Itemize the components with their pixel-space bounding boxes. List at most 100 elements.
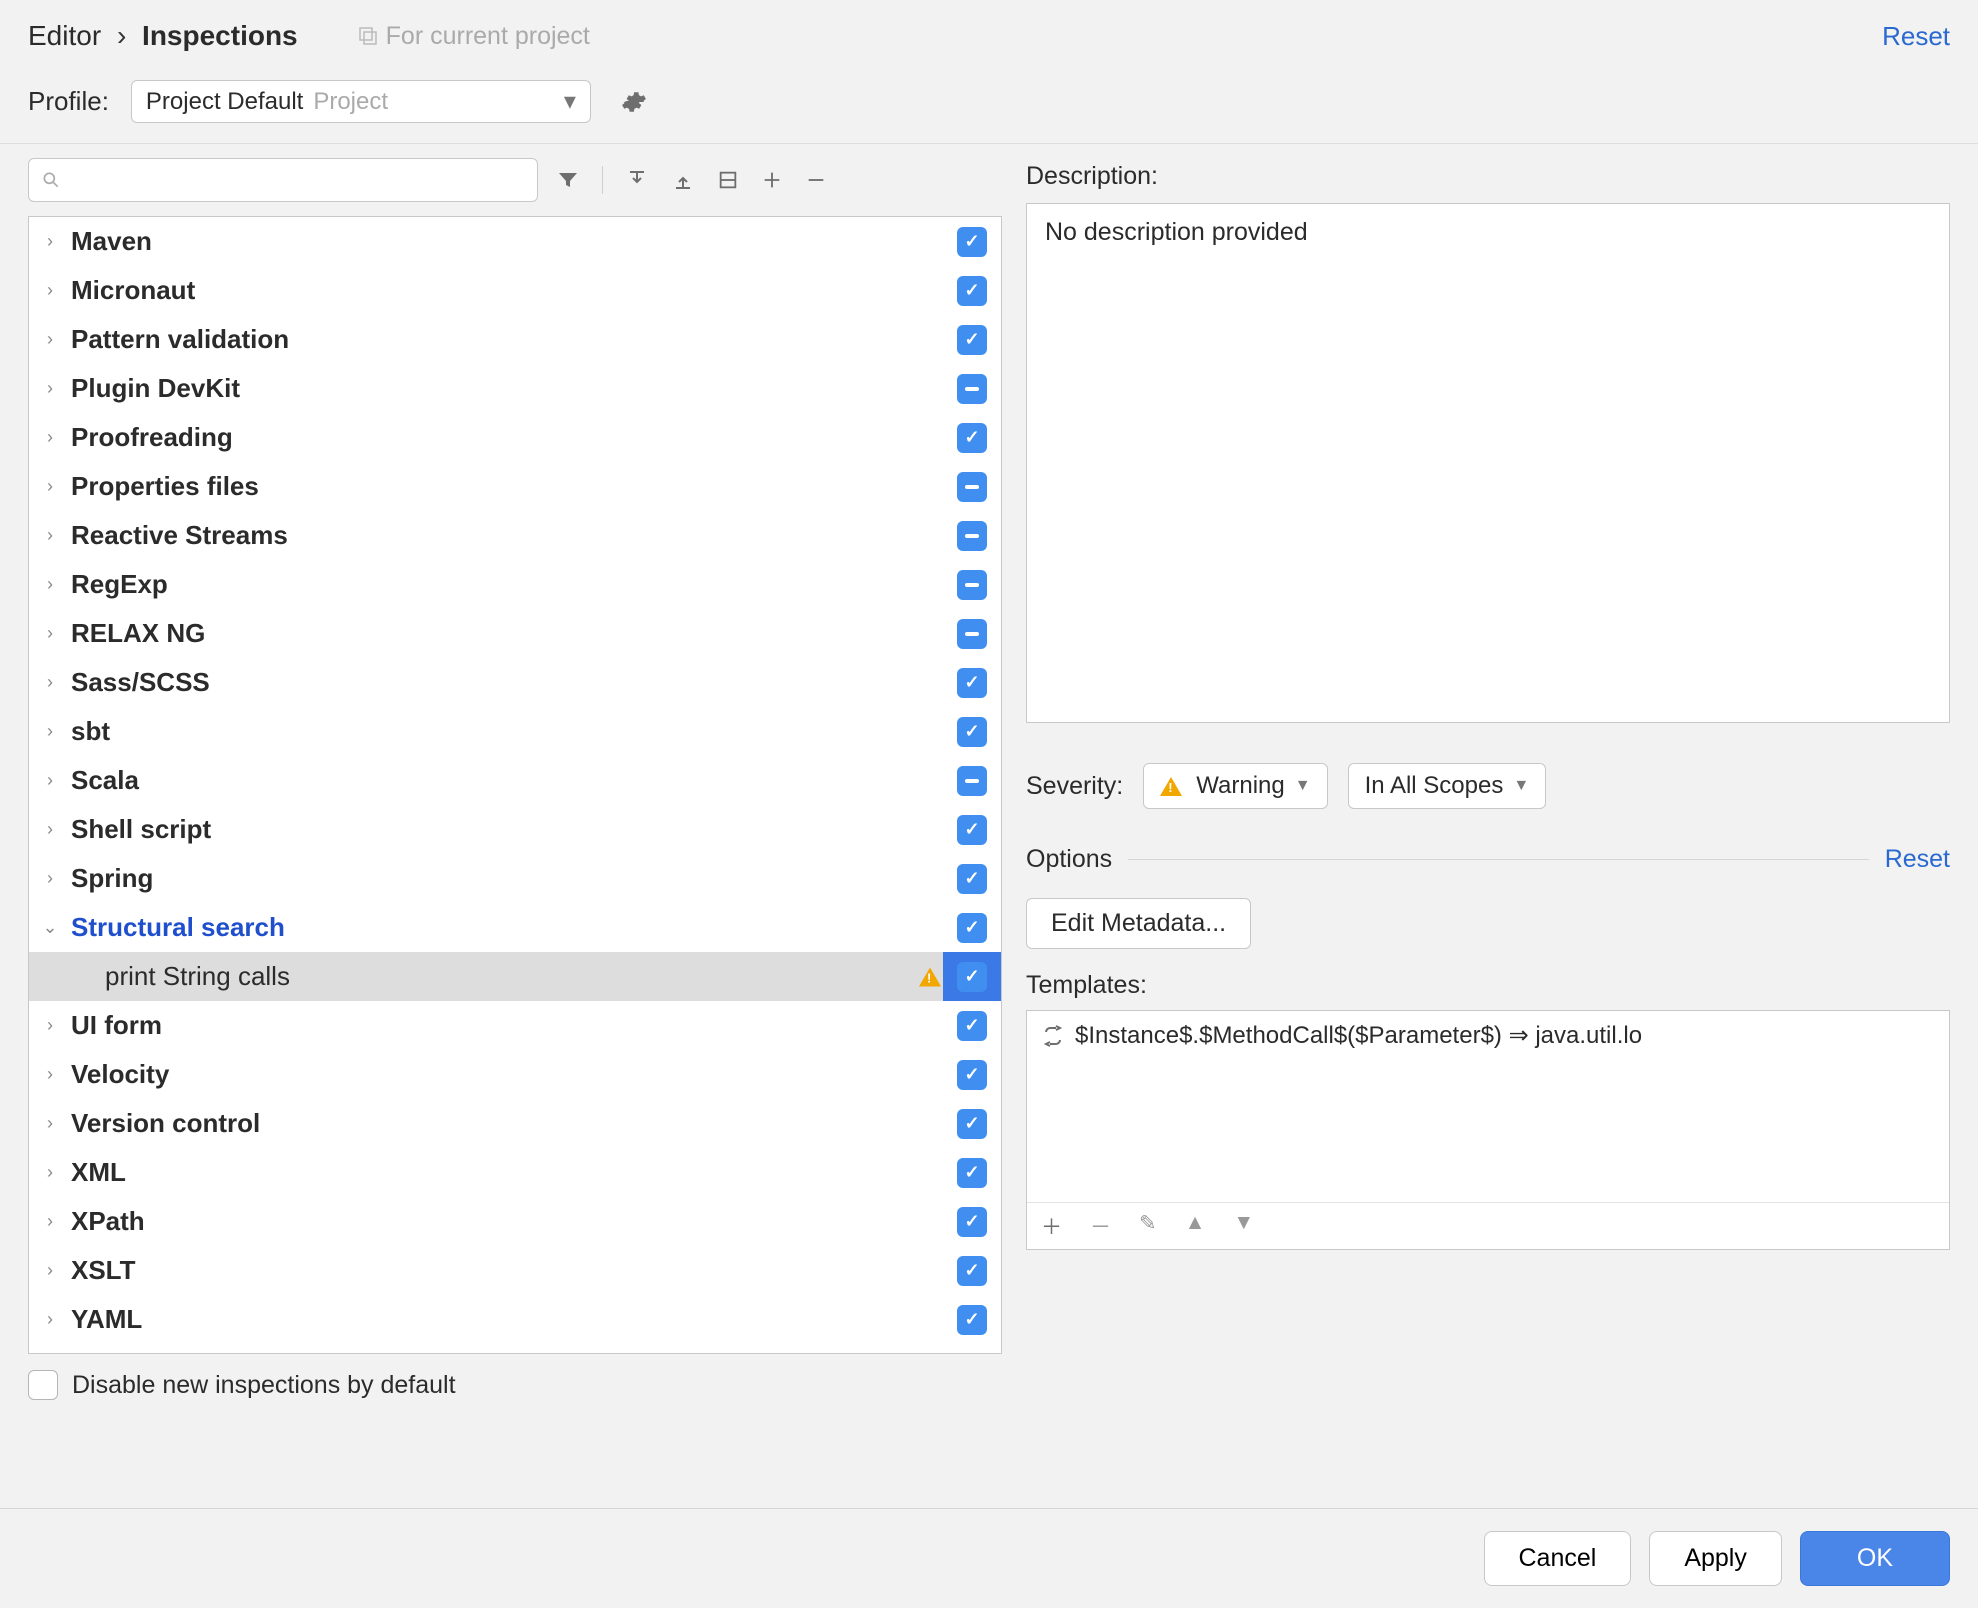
chevron-right-icon[interactable]: › <box>37 574 63 595</box>
tree-item[interactable]: ›Properties files <box>29 462 1001 511</box>
profile-select[interactable]: Project Default Project ▾ <box>131 80 591 123</box>
checkbox-indeterminate[interactable] <box>957 374 987 404</box>
tree-item[interactable]: ›Reactive Streams <box>29 511 1001 560</box>
checkbox-checked[interactable] <box>957 227 987 257</box>
filter-icon[interactable] <box>556 168 580 192</box>
scope-select[interactable]: In All Scopes ▼ <box>1348 763 1547 809</box>
template-edit-icon[interactable]: ✎ <box>1139 1211 1157 1241</box>
checkbox-wrap <box>943 266 1001 315</box>
chevron-right-icon[interactable]: › <box>37 525 63 546</box>
checkbox-checked[interactable] <box>957 913 987 943</box>
checkbox-checked[interactable] <box>957 325 987 355</box>
tree-item[interactable]: ›Version control <box>29 1099 1001 1148</box>
tree-item[interactable]: ›Pattern validation <box>29 315 1001 364</box>
square-icon[interactable] <box>717 169 739 191</box>
tree-item[interactable]: ›Plugin DevKit <box>29 364 1001 413</box>
chevron-right-icon[interactable]: › <box>37 378 63 399</box>
chevron-right-icon[interactable]: › <box>37 721 63 742</box>
checkbox-checked[interactable] <box>957 815 987 845</box>
tree-item[interactable]: ›Micronaut <box>29 266 1001 315</box>
tree-child-item[interactable]: print String calls <box>29 952 1001 1001</box>
chevron-right-icon[interactable]: › <box>37 819 63 840</box>
tree-item-label: XML <box>71 1157 126 1188</box>
chevron-right-icon[interactable]: › <box>37 623 63 644</box>
chevron-right-icon[interactable]: › <box>37 770 63 791</box>
checkbox-checked[interactable] <box>957 864 987 894</box>
inspections-tree[interactable]: ›Maven›Micronaut›Pattern validation›Plug… <box>28 216 1002 1354</box>
checkbox-checked[interactable] <box>957 962 987 992</box>
ok-button[interactable]: OK <box>1800 1531 1950 1586</box>
breadcrumb-editor[interactable]: Editor <box>28 20 101 51</box>
checkbox-indeterminate[interactable] <box>957 570 987 600</box>
tree-item[interactable]: ›RegExp <box>29 560 1001 609</box>
checkbox-checked[interactable] <box>957 717 987 747</box>
tree-item[interactable]: ›Velocity <box>29 1050 1001 1099</box>
chevron-right-icon[interactable]: › <box>37 476 63 497</box>
checkbox-checked[interactable] <box>957 1158 987 1188</box>
chevron-right-icon[interactable]: › <box>37 1211 63 1232</box>
chevron-down-icon[interactable]: ⌄ <box>37 917 63 938</box>
checkbox-indeterminate[interactable] <box>957 619 987 649</box>
tree-item[interactable]: ›RELAX NG <box>29 609 1001 658</box>
chevron-right-icon[interactable]: › <box>37 1260 63 1281</box>
tree-item[interactable]: ›Proofreading <box>29 413 1001 462</box>
checkbox-checked[interactable] <box>957 1305 987 1335</box>
search-input[interactable] <box>28 158 538 202</box>
checkbox-indeterminate[interactable] <box>957 766 987 796</box>
template-down-icon[interactable]: ▼ <box>1233 1211 1254 1241</box>
collapse-all-icon[interactable] <box>671 168 695 192</box>
chevron-right-icon[interactable]: › <box>37 868 63 889</box>
tree-item[interactable]: › XML <box>29 1148 1001 1197</box>
checkbox-checked[interactable] <box>957 668 987 698</box>
template-add-icon[interactable]: ＋ <box>1041 1211 1062 1241</box>
chevron-right-icon[interactable]: › <box>37 231 63 252</box>
chevron-right-icon[interactable]: › <box>37 1064 63 1085</box>
severity-select[interactable]: Warning ▼ <box>1143 763 1327 809</box>
tree-item[interactable]: ›UI form <box>29 1001 1001 1050</box>
checkbox-indeterminate[interactable] <box>957 472 987 502</box>
checkbox-checked[interactable] <box>957 1060 987 1090</box>
tree-item[interactable]: › sbt <box>29 707 1001 756</box>
chevron-right-icon[interactable]: › <box>37 1309 63 1330</box>
template-row[interactable]: $Instance$.$MethodCall$($Parameter$) ⇒ j… <box>1027 1011 1949 1060</box>
add-icon[interactable] <box>761 169 783 191</box>
checkbox-checked[interactable] <box>957 1011 987 1041</box>
tree-item[interactable]: ›Maven <box>29 217 1001 266</box>
tree-item[interactable]: ›Scala <box>29 756 1001 805</box>
expand-all-icon[interactable] <box>625 168 649 192</box>
checkbox-checked[interactable] <box>957 423 987 453</box>
checkbox-checked[interactable] <box>957 1256 987 1286</box>
apply-button[interactable]: Apply <box>1649 1531 1782 1586</box>
tree-item[interactable]: ›XPath <box>29 1197 1001 1246</box>
checkbox-indeterminate[interactable] <box>957 521 987 551</box>
checkbox-checked[interactable] <box>957 276 987 306</box>
options-reset[interactable]: Reset <box>1885 845 1950 874</box>
edit-metadata-button[interactable]: Edit Metadata... <box>1026 898 1251 949</box>
chevron-right-icon[interactable]: › <box>37 1113 63 1134</box>
tree-item[interactable]: ⌄Structural search <box>29 903 1001 952</box>
gear-icon[interactable] <box>621 89 647 115</box>
tree-item-label: sbt <box>71 716 110 747</box>
reset-link[interactable]: Reset <box>1882 21 1950 52</box>
tree-item[interactable]: ›XSLT <box>29 1246 1001 1295</box>
template-up-icon[interactable]: ▲ <box>1185 1211 1206 1241</box>
chevron-right-icon[interactable]: › <box>37 280 63 301</box>
checkbox-checked[interactable] <box>957 1109 987 1139</box>
checkbox-checked[interactable] <box>957 1207 987 1237</box>
tree-item[interactable]: ›Sass/SCSS <box>29 658 1001 707</box>
template-remove-icon[interactable]: － <box>1090 1211 1111 1241</box>
tree-item[interactable]: ›Shell script <box>29 805 1001 854</box>
chevron-right-icon[interactable]: › <box>37 1162 63 1183</box>
for-current-project: For current project <box>358 22 590 51</box>
chevron-right-icon[interactable]: › <box>37 672 63 693</box>
bottom-bar: Cancel Apply OK <box>0 1508 1978 1608</box>
remove-icon[interactable] <box>805 169 827 191</box>
checkbox-unchecked[interactable] <box>28 1370 58 1400</box>
tree-item[interactable]: ›YAML <box>29 1295 1001 1344</box>
tree-item[interactable]: ›Spring <box>29 854 1001 903</box>
chevron-right-icon[interactable]: › <box>37 1015 63 1036</box>
disable-new-inspections[interactable]: Disable new inspections by default <box>28 1354 1002 1400</box>
chevron-right-icon[interactable]: › <box>37 329 63 350</box>
cancel-button[interactable]: Cancel <box>1484 1531 1632 1586</box>
chevron-right-icon[interactable]: › <box>37 427 63 448</box>
